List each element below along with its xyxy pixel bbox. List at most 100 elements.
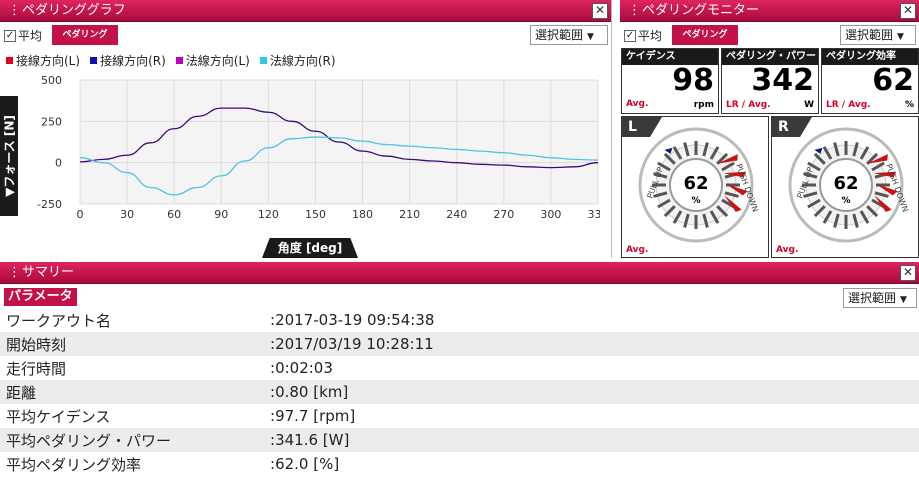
graph-close-button[interactable]: ✕: [592, 3, 608, 19]
pedaling-logo: ペダリング: [52, 25, 118, 45]
pedaling-logo-text: ペダリング: [682, 30, 728, 40]
x-axis-label: 角度 [deg]: [277, 241, 343, 255]
y-axis-label: ▼フォース [N]: [2, 115, 17, 197]
legend-swatch: [175, 57, 183, 64]
summary-row-value: 0:02:03: [275, 359, 333, 377]
y-tick-label: 0: [55, 157, 62, 170]
gauge-unit: %: [841, 196, 850, 206]
summary-row: 平均ケイデンス:97.7 [rpm]: [0, 404, 919, 428]
summary-row: 開始時刻:2017/03/19 10:28:11: [0, 332, 919, 356]
summary-panel: ⋮サマリー ✕ パラメータ 選択範囲 ▼ ワークアウト名:2017-03-19 0…: [0, 262, 919, 477]
x-tick-label: 150: [305, 208, 326, 221]
checkbox-icon[interactable]: ✓: [4, 29, 16, 42]
header-grip-icon: ⋮: [628, 3, 641, 18]
summary-row-label: 平均ペダリング・パワー: [6, 431, 172, 450]
summary-row: 平均ペダリング・パワー:341.6 [W]: [0, 428, 919, 452]
power-box: ペダリング・パワー 342 LR / Avg. W: [721, 48, 819, 114]
summary-row: 走行時間:0:02:03: [0, 356, 919, 380]
x-axis-label-tab: 角度 [deg]: [262, 238, 358, 258]
left-gauge-avg-label: Avg.: [626, 245, 649, 255]
x-tick-label: 120: [258, 208, 279, 221]
summary-row: 距離:0.80 [km]: [0, 380, 919, 404]
monitor-average-label: 平均: [638, 29, 663, 43]
left-gauge-dial: PULL UP PUSH DOWN 62 %: [638, 127, 760, 243]
cadence-unit: rpm: [693, 100, 714, 110]
monitor-panel-title: ペダリングモニター: [642, 3, 760, 18]
summary-close-button[interactable]: ✕: [900, 265, 916, 281]
summary-row-label: 平均ケイデンス: [6, 407, 111, 426]
legend-swatch: [259, 57, 267, 64]
x-tick-label: 300: [540, 208, 561, 221]
summary-row-label: 距離: [6, 383, 37, 402]
summary-panel-title: サマリー: [22, 265, 75, 280]
gauge-value: 62: [833, 173, 858, 194]
legend-label: 接線方向(R): [100, 54, 166, 68]
summary-range-select[interactable]: 選択範囲 ▼: [843, 288, 917, 308]
pedaling-monitor-panel: ⋮ペダリングモニター ✕ ✓ 平均 ペダリング 選択範囲 ▼ ケイデンス 98 A…: [620, 0, 919, 258]
legend-label: 法線方向(R): [269, 54, 336, 68]
legend-item: 法線方向(L): [175, 52, 250, 69]
legend-swatch: [6, 57, 13, 64]
y-tick-label: 500: [41, 74, 62, 87]
monitor-close-button[interactable]: ✕: [900, 3, 916, 19]
efficiency-box: ペダリング効率 62 LR / Avg. %: [821, 48, 919, 114]
summary-row-value: 0.80 [km]: [275, 383, 349, 401]
x-tick-label: 330: [588, 208, 601, 221]
parameter-tab[interactable]: パラメータ: [4, 288, 77, 306]
summary-table: ワークアウト名:2017-03-19 09:54:38 開始時刻:2017/03/…: [0, 308, 919, 476]
right-gauge-dial: PULL UP PUSH DOWN 62 %: [788, 127, 910, 243]
force-chart: 0 30 60 90 120 150 180 210 240 270 300 330 500 250 0 -2…: [37, 74, 601, 221]
pedaling-logo-text: ペダリング: [62, 30, 108, 40]
graph-range-select[interactable]: 選択範囲 ▼: [530, 25, 608, 45]
cadence-box: ケイデンス 98 Avg. rpm: [621, 48, 719, 114]
monitor-range-select[interactable]: 選択範囲 ▼: [840, 25, 916, 45]
gauge-unit: %: [691, 196, 700, 206]
summary-row-label: 平均ペダリング効率: [6, 455, 142, 474]
y-axis-label-tab: ▼フォース [N]: [0, 96, 18, 216]
efficiency-value: 62: [872, 63, 914, 98]
legend-item: 法線方向(R): [259, 52, 336, 69]
summary-range-select-label: 選択範囲: [848, 291, 897, 305]
x-tick-label: 180: [352, 208, 373, 221]
x-tick-label: 60: [167, 208, 181, 221]
monitor-range-select-label: 選択範囲: [845, 28, 894, 42]
x-tick-label: 240: [446, 208, 467, 221]
graph-average-label: 平均: [18, 29, 43, 43]
graph-legend: 接線方向(L) 接線方向(R) 法線方向(L) 法線方向(R): [6, 52, 346, 69]
summary-panel-header: ⋮サマリー ✕: [0, 262, 919, 284]
summary-row: ワークアウト名:2017-03-19 09:54:38: [0, 308, 919, 332]
right-gauge-box: PULL UP PUSH DOWN 62 % R Avg.: [771, 116, 919, 258]
summary-row-label: ワークアウト名: [6, 311, 112, 330]
legend-label: 接線方向(L): [16, 54, 81, 68]
summary-row-label: 走行時間: [6, 359, 67, 378]
monitor-average-checkbox[interactable]: ✓ 平均: [624, 27, 662, 44]
graph-panel-header: ⋮ペダリンググラフ ✕: [0, 0, 611, 22]
right-gauge-avg-label: Avg.: [776, 245, 799, 255]
legend-label: 法線方向(L): [185, 54, 250, 68]
x-tick-label: 210: [399, 208, 420, 221]
header-grip-icon: ⋮: [8, 265, 21, 280]
checkbox-icon[interactable]: ✓: [624, 29, 636, 42]
legend-item: 接線方向(R): [90, 52, 166, 69]
y-tick-label: -250: [37, 198, 62, 211]
legend-item: 接線方向(L): [6, 52, 80, 69]
power-avg-label: LR / Avg.: [726, 100, 771, 110]
summary-row-value: 62.0 [%]: [275, 455, 340, 473]
dropdown-arrow-icon: ▼: [900, 295, 907, 305]
dropdown-arrow-icon: ▼: [587, 32, 594, 42]
summary-row-value: 2017-03-19 09:54:38: [275, 311, 435, 329]
left-gauge-box: PULL UP PUSH DOWN 62 % L Avg.: [621, 116, 769, 258]
summary-row-value: 2017/03/19 10:28:11: [275, 335, 434, 353]
efficiency-avg-label: LR / Avg.: [826, 100, 871, 110]
legend-swatch: [90, 57, 98, 64]
graph-average-checkbox[interactable]: ✓ 平均: [4, 27, 42, 44]
graph-range-select-label: 選択範囲: [535, 28, 584, 42]
summary-row-value: 341.6 [W]: [275, 431, 350, 449]
efficiency-unit: %: [904, 100, 914, 110]
y-tick-label: 250: [41, 115, 62, 128]
header-grip-icon: ⋮: [8, 3, 21, 18]
cadence-value: 98: [672, 63, 714, 98]
x-tick-label: 90: [214, 208, 228, 221]
x-tick-label: 0: [77, 208, 84, 221]
power-unit: W: [804, 100, 814, 110]
